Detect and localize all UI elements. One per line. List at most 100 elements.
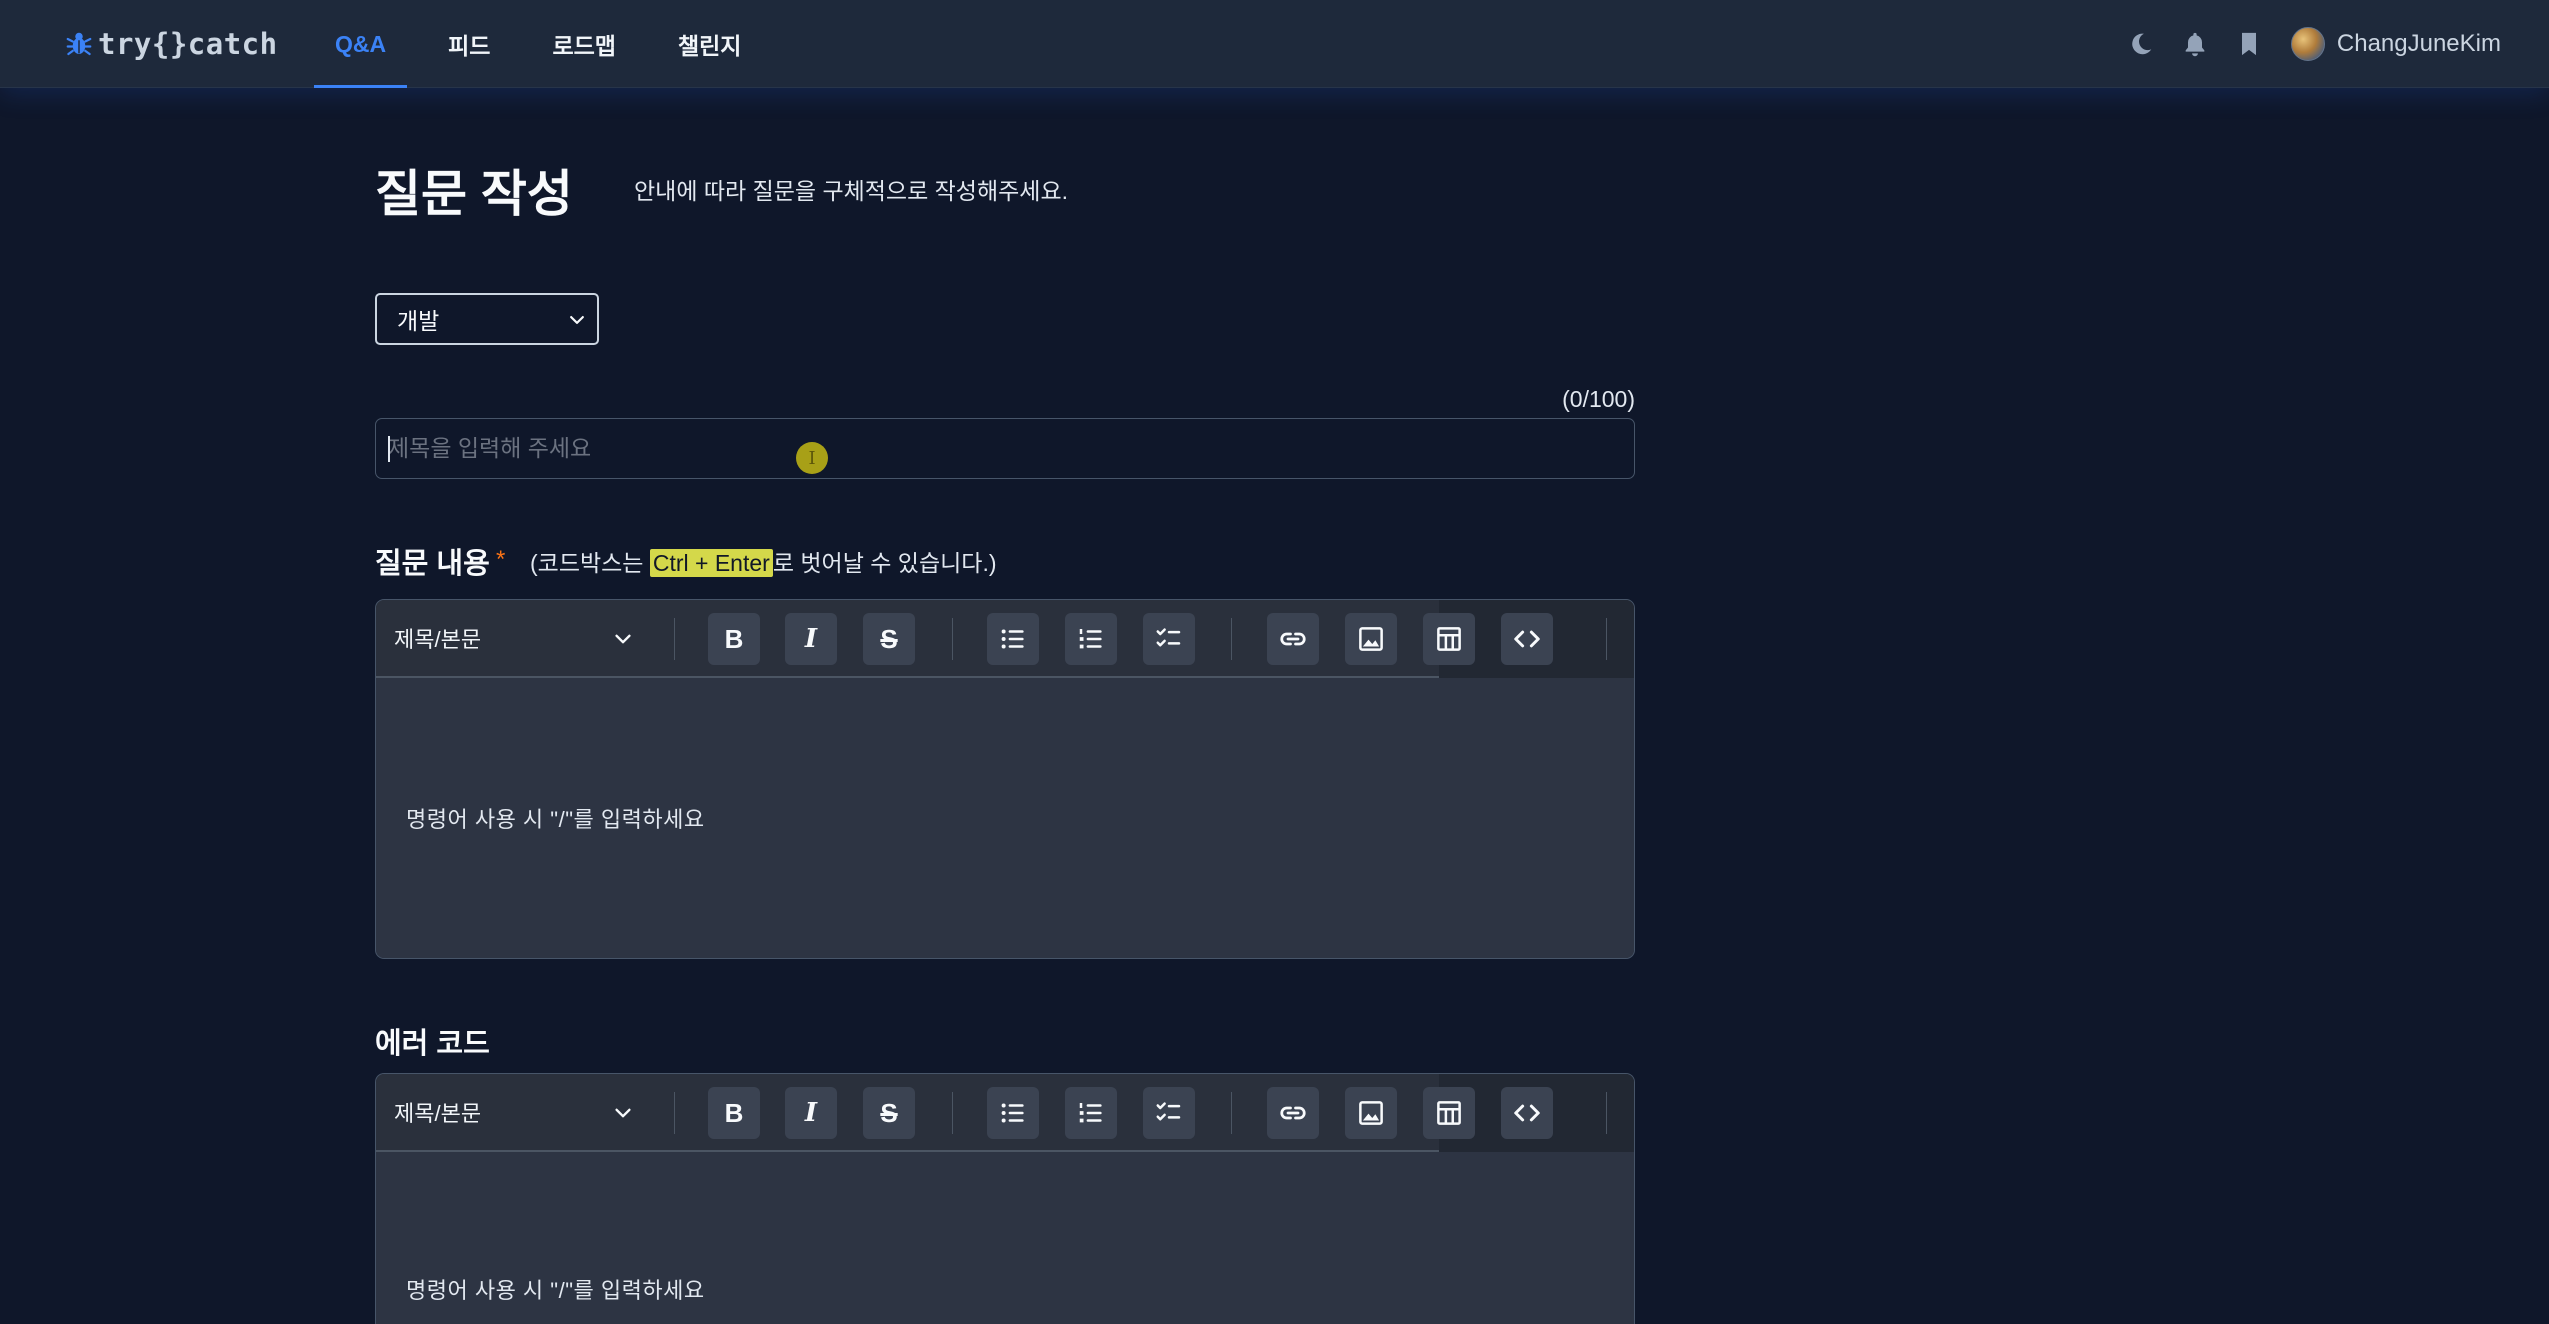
bold-icon: B	[724, 1097, 744, 1128]
content-hint: (코드박스는 Ctrl + Enter 로 벗어날 수 있습니다.)	[530, 544, 997, 578]
top-navbar: try{}catch Q&A 피드 로드맵 챌린지 ChangJuneKim	[0, 0, 2549, 88]
toolbar-divider	[1231, 618, 1232, 660]
task-list-icon	[1156, 628, 1181, 647]
heading-select-value: 제목/본문	[394, 1101, 482, 1126]
toolbar-divider	[952, 1092, 953, 1134]
hint-text-after: 로 벗어날 수 있습니다.)	[772, 550, 997, 576]
logo-text: try{}catch	[98, 27, 278, 61]
editor-placeholder: 명령어 사용 시 "/"를 입력하세요	[406, 1278, 705, 1303]
image-icon	[1359, 627, 1383, 651]
task-list-button[interactable]	[1143, 613, 1195, 665]
title-char-counter: (0/100)	[1562, 386, 1635, 412]
text-caret	[388, 436, 390, 462]
ordered-list-icon	[1079, 629, 1102, 649]
link-icon	[1280, 632, 1306, 646]
error-code-editor: 제목/본문 B I S 명령어 사용 시 "/"를 입력하세요	[375, 1073, 1635, 1324]
heading-select[interactable]: 제목/본문	[394, 617, 634, 659]
page-subtitle: 안내에 따라 질문을 구체적으로 작성해주세요.	[634, 178, 1068, 204]
image-button[interactable]	[1345, 613, 1397, 665]
table-button[interactable]	[1423, 1087, 1475, 1139]
moon-icon	[2132, 33, 2152, 55]
italic-button[interactable]: I	[785, 613, 837, 665]
italic-icon: I	[804, 1098, 818, 1128]
toolbar-divider	[1231, 1092, 1232, 1134]
logo[interactable]: try{}catch	[64, 22, 278, 66]
image-icon	[1359, 1101, 1383, 1125]
content-editor-body[interactable]: 명령어 사용 시 "/"를 입력하세요	[376, 678, 1634, 958]
nav-tab-challenge[interactable]: 챌린지	[657, 0, 762, 88]
bell-icon	[2185, 32, 2205, 57]
toolbar-divider	[674, 1092, 675, 1134]
bold-button[interactable]: B	[708, 1087, 760, 1139]
bullet-list-icon	[1001, 629, 1024, 649]
code-icon	[1514, 1104, 1540, 1122]
nav-tab-roadmap[interactable]: 로드맵	[531, 0, 636, 88]
strikethrough-icon: S	[880, 623, 898, 654]
heading-select[interactable]: 제목/본문	[394, 1091, 634, 1133]
strikethrough-icon: S	[880, 1097, 898, 1128]
title-row: 질문 작성 안내에 따라 질문을 구체적으로 작성해주세요.	[375, 154, 1635, 224]
link-button[interactable]	[1267, 613, 1319, 665]
content-editor: 제목/본문 B I S 명령어 사용 시 "/"를 입력하세요	[375, 599, 1635, 959]
mouse-cursor-indicator: I	[796, 442, 828, 474]
ordered-list-icon	[1079, 1103, 1102, 1123]
link-button[interactable]	[1267, 1087, 1319, 1139]
ordered-list-button[interactable]	[1065, 1087, 1117, 1139]
editor-toolbar: 제목/본문 B I S	[376, 1074, 1634, 1152]
bullet-list-button[interactable]	[987, 1087, 1039, 1139]
code-icon	[1514, 630, 1540, 648]
error-code-editor-body[interactable]: 명령어 사용 시 "/"를 입력하세요	[376, 1152, 1634, 1324]
dark-mode-toggle[interactable]	[2125, 28, 2157, 60]
table-button[interactable]	[1423, 613, 1475, 665]
toolbar-divider	[674, 618, 675, 660]
image-button[interactable]	[1345, 1087, 1397, 1139]
notification-button[interactable]	[2179, 28, 2211, 60]
table-icon	[1437, 1101, 1461, 1125]
chevron-down-icon	[615, 1108, 631, 1118]
bold-button[interactable]: B	[708, 613, 760, 665]
chevron-down-icon	[615, 634, 631, 644]
bold-icon: B	[724, 623, 744, 654]
bullet-list-icon	[1001, 1103, 1024, 1123]
bug-icon	[66, 32, 92, 56]
hint-shortcut: Ctrl + Enter	[649, 549, 773, 577]
ordered-list-button[interactable]	[1065, 613, 1117, 665]
content-label: 질문 내용	[375, 548, 490, 580]
main-nav: Q&A 피드 로드맵 챌린지	[314, 0, 782, 88]
hint-text-before: (코드박스는	[530, 550, 650, 576]
task-list-icon	[1156, 1102, 1181, 1121]
bookmark-icon	[2241, 32, 2256, 56]
bookmark-button[interactable]	[2233, 28, 2265, 60]
toolbar-divider	[952, 618, 953, 660]
italic-button[interactable]: I	[785, 1087, 837, 1139]
nav-tab-label: 챌린지	[677, 33, 742, 59]
editor-toolbar: 제목/본문 B I S	[376, 600, 1634, 678]
editor-placeholder: 명령어 사용 시 "/"를 입력하세요	[406, 807, 705, 832]
page-title: 질문 작성	[375, 166, 573, 222]
link-icon	[1280, 1106, 1306, 1120]
user-menu[interactable]: ChangJuneKim	[2290, 27, 2501, 61]
nav-tab-qna[interactable]: Q&A	[314, 0, 408, 88]
username: ChangJuneKim	[2336, 30, 2501, 57]
task-list-button[interactable]	[1143, 1087, 1195, 1139]
nav-actions: ChangJuneKim	[2125, 0, 2501, 88]
nav-tab-label: 피드	[448, 33, 491, 59]
nav-tab-feed[interactable]: 피드	[427, 0, 511, 88]
italic-icon: I	[804, 624, 818, 654]
strike-button[interactable]: S	[863, 1087, 915, 1139]
category-select[interactable]: 개발	[375, 293, 599, 345]
error-code-label: 에러 코드	[375, 1028, 490, 1060]
chevron-down-icon	[570, 316, 584, 324]
toolbar-divider	[1606, 1092, 1607, 1134]
category-selected: 개발	[397, 308, 440, 334]
strike-button[interactable]: S	[863, 613, 915, 665]
toolbar-divider	[1606, 618, 1607, 660]
bullet-list-button[interactable]	[987, 613, 1039, 665]
title-input[interactable]	[375, 418, 1635, 479]
nav-tab-label: Q&A	[335, 30, 387, 57]
code-button[interactable]	[1501, 613, 1553, 665]
nav-tab-label: 로드맵	[552, 33, 616, 59]
heading-select-value: 제목/본문	[394, 627, 482, 652]
code-button[interactable]	[1501, 1087, 1553, 1139]
table-icon	[1437, 627, 1461, 651]
